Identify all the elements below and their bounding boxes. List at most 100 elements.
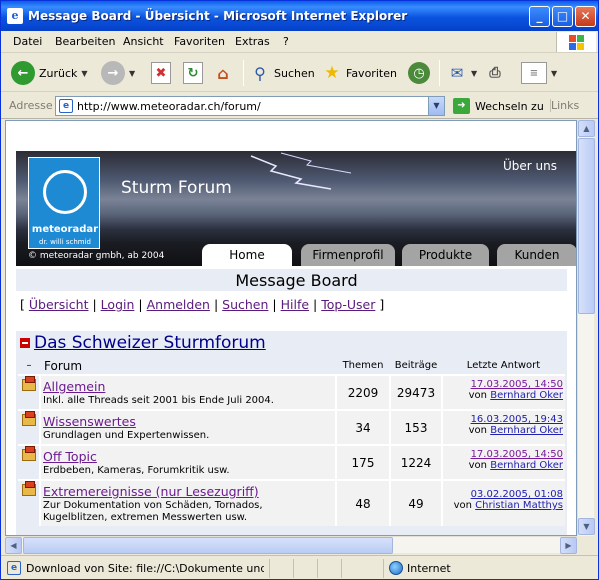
forum-link[interactable]: Wissenswertes bbox=[41, 411, 335, 429]
nav-top-user[interactable]: Top-User bbox=[321, 297, 375, 312]
edit-dropdown-icon[interactable]: ▼ bbox=[551, 69, 557, 78]
favorites-button[interactable]: ★ Favoriten bbox=[322, 60, 397, 86]
search-button[interactable]: ⚲ Suchen bbox=[250, 60, 315, 86]
forum-row[interactable]: Extremereignisse (nur Lesezugriff) Zur D… bbox=[18, 479, 565, 526]
forward-dropdown-icon[interactable]: ▼ bbox=[129, 69, 135, 78]
history-button[interactable]: ◷ bbox=[408, 60, 430, 86]
logo-subtitle: dr. willi schmid bbox=[39, 238, 91, 246]
windows-logo-icon bbox=[556, 32, 596, 52]
forward-button[interactable]: → ▼ bbox=[101, 60, 135, 86]
stop-icon: ✖ bbox=[151, 62, 171, 84]
forum-posts: 1224 bbox=[389, 444, 442, 480]
forum-row[interactable]: Wissenswertes Grundlagen und Expertenwis… bbox=[18, 409, 565, 445]
menu-help[interactable]: ? bbox=[283, 35, 289, 48]
go-button[interactable]: Wechseln zu bbox=[475, 100, 544, 113]
address-url[interactable]: http://www.meteoradar.ch/forum/ bbox=[77, 100, 261, 113]
meteoradar-logo[interactable]: meteoradar dr. willi schmid bbox=[28, 157, 100, 249]
page-viewport[interactable]: meteoradar dr. willi schmid Sturm Forum … bbox=[5, 120, 577, 536]
tab-firmenprofil[interactable]: Firmenprofil bbox=[301, 244, 395, 266]
header-topics: Themen bbox=[336, 357, 390, 376]
horizontal-scrollbar[interactable]: ◀ ▶ bbox=[5, 536, 577, 554]
header-posts: Beiträge bbox=[390, 357, 442, 376]
last-post-user[interactable]: Christian Matthys bbox=[475, 500, 563, 511]
address-input[interactable]: e http://www.meteoradar.ch/forum/ ▼ bbox=[55, 96, 445, 116]
mail-button[interactable]: ✉ ▼ bbox=[447, 60, 477, 86]
nav-hilfe[interactable]: Hilfe bbox=[281, 297, 309, 312]
forum-folder-icon bbox=[21, 376, 36, 391]
back-button[interactable]: ← Zurück ▼ bbox=[11, 60, 88, 86]
favorites-label: Favoriten bbox=[346, 66, 397, 80]
vertical-scroll-thumb[interactable] bbox=[578, 138, 595, 314]
stop-button[interactable]: ✖ bbox=[151, 60, 171, 86]
last-post-user[interactable]: Bernhard Oker bbox=[490, 425, 563, 436]
forum-table-header: – Forum Themen Beiträge Letzte Antwort bbox=[18, 357, 565, 376]
scroll-down-icon[interactable]: ▼ bbox=[578, 518, 595, 535]
back-label: Zurück bbox=[39, 66, 78, 80]
last-post-date[interactable]: 17.03.2005, 14:50 bbox=[471, 379, 563, 390]
go-arrow-icon[interactable]: ➜ bbox=[453, 98, 470, 114]
back-dropdown-icon[interactable]: ▼ bbox=[81, 69, 87, 78]
title-bar[interactable]: e Message Board - Übersicht - Microsoft … bbox=[1, 1, 598, 31]
home-icon: ⌂ bbox=[217, 63, 229, 83]
lightning-graphic bbox=[250, 152, 352, 190]
nav-anmelden[interactable]: Anmelden bbox=[147, 297, 210, 312]
board-title: Message Board bbox=[235, 271, 358, 290]
nav-suchen[interactable]: Suchen bbox=[222, 297, 268, 312]
tab-produkte[interactable]: Produkte bbox=[402, 244, 489, 266]
last-post-user[interactable]: Bernhard Oker bbox=[490, 390, 563, 401]
window-title: Message Board - Übersicht - Microsoft In… bbox=[28, 9, 408, 23]
menu-ansicht[interactable]: Ansicht bbox=[123, 35, 164, 48]
collapse-toggle[interactable]: – bbox=[18, 357, 40, 376]
last-post-date[interactable]: 03.02.2005, 01:08 bbox=[471, 489, 563, 500]
last-post-user[interactable]: Bernhard Oker bbox=[490, 460, 563, 471]
tab-kunden[interactable]: Kunden bbox=[497, 244, 576, 266]
close-button[interactable]: ✕ bbox=[575, 6, 596, 27]
forum-link[interactable]: Extremereignisse (nur Lesezugriff) bbox=[41, 481, 335, 499]
forum-description: Grundlagen und Expertenwissen. bbox=[43, 430, 210, 441]
menu-bearbeiten[interactable]: Bearbeiten bbox=[55, 35, 115, 48]
forum-row[interactable]: Allgemein Inkl. alle Threads seit 2001 b… bbox=[18, 374, 565, 410]
tab-home[interactable]: Home bbox=[202, 244, 292, 266]
status-page-icon: e bbox=[7, 561, 21, 575]
forum-topics: 2209 bbox=[335, 374, 390, 410]
horizontal-scroll-thumb[interactable] bbox=[23, 537, 393, 554]
banner-title: Sturm Forum bbox=[121, 178, 232, 198]
forum-table: – Forum Themen Beiträge Letzte Antwort A… bbox=[18, 357, 565, 526]
forum-link[interactable]: Off Topic bbox=[41, 446, 335, 464]
last-post-date[interactable]: 17.03.2005, 14:50 bbox=[471, 449, 563, 460]
print-button[interactable]: ⎙ bbox=[485, 60, 505, 86]
menu-favoriten[interactable]: Favoriten bbox=[174, 35, 225, 48]
last-post-date[interactable]: 16.03.2005, 19:43 bbox=[471, 414, 563, 425]
search-label: Suchen bbox=[274, 66, 315, 80]
menu-extras[interactable]: Extras bbox=[235, 35, 270, 48]
minimize-button[interactable]: _ bbox=[529, 6, 550, 27]
address-dropdown-icon[interactable]: ▼ bbox=[428, 97, 444, 115]
edit-button[interactable]: ≡ ▼ bbox=[521, 60, 557, 86]
menu-datei[interactable]: Datei bbox=[13, 35, 42, 48]
refresh-button[interactable]: ↻ bbox=[183, 60, 203, 86]
category-title[interactable]: Das Schweizer Sturmforum bbox=[34, 333, 266, 353]
scroll-left-icon[interactable]: ◀ bbox=[5, 537, 22, 554]
forum-row[interactable]: Off Topic Erdbeben, Kameras, Forumkritik… bbox=[18, 444, 565, 480]
mail-dropdown-icon[interactable]: ▼ bbox=[471, 69, 477, 78]
forum-description: Erdbeben, Kameras, Forumkritik usw. bbox=[43, 465, 230, 476]
nav-uebersicht[interactable]: Übersicht bbox=[29, 297, 89, 312]
scrollbar-corner bbox=[577, 536, 594, 553]
header-last-reply: Letzte Antwort bbox=[442, 357, 565, 376]
nav-login[interactable]: Login bbox=[101, 297, 135, 312]
collapse-icon[interactable] bbox=[20, 338, 30, 348]
scroll-right-icon[interactable]: ▶ bbox=[560, 537, 577, 554]
links-button[interactable]: Links bbox=[550, 99, 579, 112]
home-button[interactable]: ⌂ bbox=[213, 60, 233, 86]
category-header: Das Schweizer Sturmforum bbox=[20, 333, 266, 353]
scroll-up-icon[interactable]: ▲ bbox=[578, 120, 595, 137]
search-icon: ⚲ bbox=[254, 63, 266, 83]
vertical-scrollbar[interactable]: ▲ ▼ bbox=[577, 120, 595, 536]
about-link[interactable]: Über uns bbox=[503, 159, 557, 173]
forum-posts: 153 bbox=[389, 409, 442, 445]
maximize-button[interactable]: □ bbox=[552, 6, 573, 27]
menu-bar: Datei Bearbeiten Ansicht Favoriten Extra… bbox=[1, 31, 598, 53]
forum-link[interactable]: Allgemein bbox=[41, 376, 335, 394]
toolbar-separator bbox=[439, 60, 440, 86]
site-banner: meteoradar dr. willi schmid Sturm Forum … bbox=[16, 151, 576, 266]
